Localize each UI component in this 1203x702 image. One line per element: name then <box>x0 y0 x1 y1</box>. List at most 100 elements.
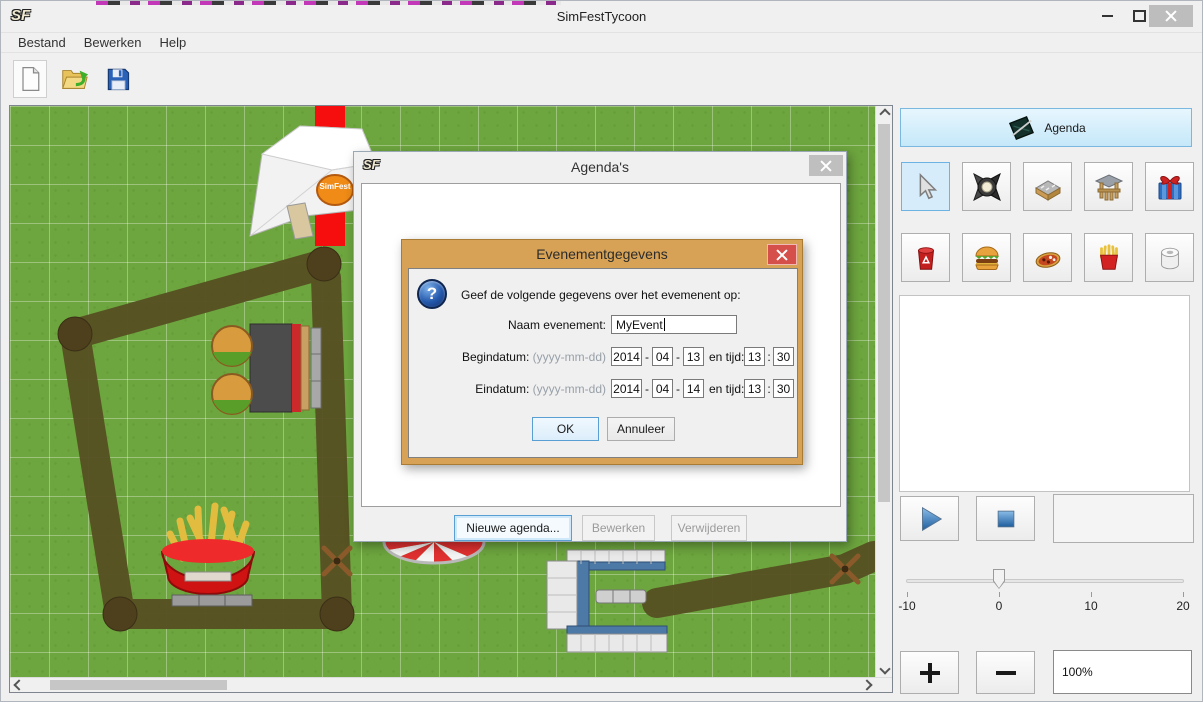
fries-stand[interactable] <box>162 506 254 594</box>
status-panel <box>1053 494 1194 543</box>
app-window: SF SimFestTycoon Bestand Bewerken Help <box>0 0 1203 702</box>
new-agenda-button[interactable]: Nieuwe agenda... <box>454 515 572 541</box>
start-hour-input[interactable]: 13 <box>744 347 765 366</box>
slider-label-zero: 0 <box>982 599 1016 613</box>
tool-button-cursor[interactable] <box>901 162 950 211</box>
slider-label-twenty: 20 <box>1166 599 1200 613</box>
minus-icon <box>996 671 1016 675</box>
striped-awning[interactable] <box>384 542 484 563</box>
scroll-up-arrow[interactable] <box>876 106 893 122</box>
start-day-input[interactable]: 13 <box>683 347 704 366</box>
event-dialog-title: Evenementgegevens <box>402 246 802 262</box>
cancel-button[interactable]: Annuleer <box>607 417 675 441</box>
bench[interactable] <box>172 595 252 606</box>
tool-button-stage[interactable] <box>1084 162 1133 211</box>
map-horizontal-scrollbar[interactable] <box>10 677 892 692</box>
end-minute-input[interactable]: 30 <box>773 379 794 398</box>
end-day-input[interactable]: 14 <box>683 379 704 398</box>
tool-button-fries[interactable] <box>1084 233 1133 282</box>
scroll-left-arrow[interactable] <box>10 677 27 693</box>
sidebar: Agenda <box>898 105 1194 693</box>
play-icon <box>915 504 945 534</box>
agenda-listbox[interactable] <box>899 295 1190 492</box>
end-date-label: Eindatum: (yyyy-mm-dd) <box>409 382 606 396</box>
close-button[interactable] <box>1149 5 1193 27</box>
zoom-level-field[interactable]: 100% <box>1053 650 1192 694</box>
bench[interactable] <box>596 590 646 603</box>
date-separator: - <box>675 382 681 396</box>
path-tile-icon <box>1032 171 1064 203</box>
menu-help[interactable]: Help <box>153 33 194 52</box>
start-month-input[interactable]: 04 <box>652 347 673 366</box>
agenda-button[interactable]: Agenda <box>900 108 1192 147</box>
burger-stand[interactable] <box>212 324 321 414</box>
burger-icon <box>971 242 1003 274</box>
end-year-input[interactable]: 2014 <box>611 379 642 398</box>
zoom-out-button[interactable] <box>976 651 1035 694</box>
agendas-dialog-title: Agenda's <box>354 159 846 175</box>
open-file-button[interactable] <box>57 60 91 98</box>
tool-button-gift[interactable] <box>1145 162 1194 211</box>
speed-slider-thumb[interactable] <box>993 569 1005 589</box>
menu-bar: Bestand Bewerken Help <box>1 32 1202 53</box>
vertical-scroll-thumb[interactable] <box>878 124 890 502</box>
toolbar <box>1 54 1203 104</box>
gift-icon <box>1154 171 1186 203</box>
minimize-button[interactable] <box>1093 5 1121 27</box>
titlebar: SF SimFestTycoon <box>1 5 1202 31</box>
delete-agenda-button[interactable]: Verwijderen <box>671 515 747 541</box>
tool-button-spotlight[interactable] <box>962 162 1011 211</box>
event-name-label: Naam evenement: <box>409 318 606 332</box>
stop-icon <box>992 505 1020 533</box>
slider-tick <box>1183 592 1184 597</box>
horizontal-scroll-thumb[interactable] <box>50 680 227 690</box>
tool-button-pizza[interactable] <box>1023 233 1072 282</box>
tool-button-toilet-paper[interactable] <box>1145 233 1194 282</box>
open-folder-icon <box>59 64 89 94</box>
scroll-down-arrow[interactable] <box>876 661 893 677</box>
agendas-dialog-titlebar[interactable]: SF Agenda's <box>354 152 846 182</box>
speed-slider-track[interactable] <box>906 579 1184 583</box>
scroll-right-arrow[interactable] <box>858 677 875 693</box>
pizza-icon <box>1032 242 1064 274</box>
event-name-input[interactable]: MyEvent <box>611 315 737 334</box>
play-button[interactable] <box>900 496 959 541</box>
end-month-input[interactable]: 04 <box>652 379 673 398</box>
start-year-input[interactable]: 2014 <box>611 347 642 366</box>
question-icon: ? <box>417 279 447 309</box>
menu-bewerken[interactable]: Bewerken <box>77 33 149 52</box>
stop-button[interactable] <box>976 496 1035 541</box>
stage-icon <box>1093 171 1125 203</box>
slider-label-min: -10 <box>890 599 924 613</box>
edit-agenda-button[interactable]: Bewerken <box>582 515 655 541</box>
end-time-label: en tijd: <box>709 382 744 396</box>
agendas-dialog-close-button[interactable] <box>809 155 843 176</box>
trash-can-icon <box>911 243 941 273</box>
event-dialog-content: ? Geef de volgende gegevens over het eve… <box>408 268 798 458</box>
map-vertical-scrollbar[interactable] <box>875 106 892 677</box>
tool-button-path-tile[interactable] <box>1023 162 1072 211</box>
date-separator: - <box>675 350 681 364</box>
event-dialog-close-button[interactable] <box>767 244 797 265</box>
menu-bestand[interactable]: Bestand <box>11 33 73 52</box>
time-separator: : <box>766 350 772 364</box>
date-separator: - <box>644 350 650 364</box>
minimize-icon <box>1102 15 1113 17</box>
fries-icon <box>1094 243 1124 273</box>
new-file-button[interactable] <box>13 60 47 98</box>
save-floppy-icon <box>104 64 132 94</box>
close-icon <box>820 160 832 172</box>
tool-button-trash-can[interactable] <box>901 233 950 282</box>
close-icon <box>1165 10 1177 22</box>
start-minute-input[interactable]: 30 <box>773 347 794 366</box>
slider-tick <box>907 592 908 597</box>
ok-button[interactable]: OK <box>532 417 599 441</box>
save-button[interactable] <box>101 60 135 98</box>
zoom-level-value: 100% <box>1062 665 1093 679</box>
tool-button-burger[interactable] <box>962 233 1011 282</box>
maximize-icon <box>1133 10 1146 22</box>
text-caret <box>664 318 665 331</box>
start-date-label: Begindatum: (yyyy-mm-dd) <box>409 350 606 364</box>
zoom-in-button[interactable] <box>900 651 959 694</box>
end-hour-input[interactable]: 13 <box>744 379 765 398</box>
